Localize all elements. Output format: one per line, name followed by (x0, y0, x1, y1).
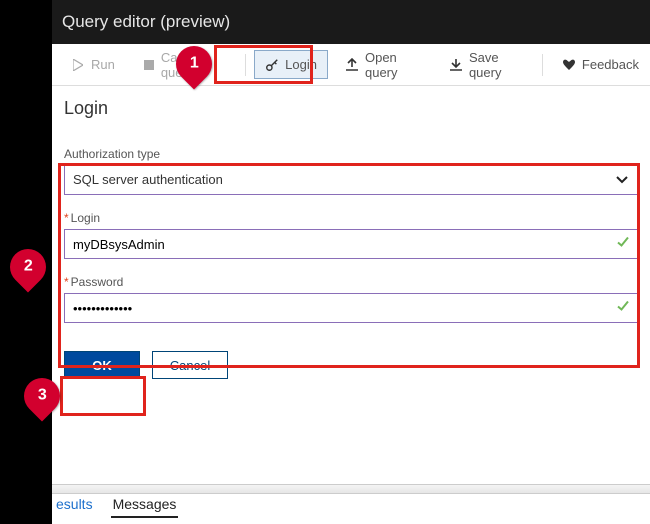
chevron-down-icon (616, 171, 628, 189)
stop-icon (143, 58, 155, 72)
ok-button[interactable]: OK (64, 351, 140, 379)
header-title: Query editor (preview) (62, 12, 230, 32)
save-query-label: Save query (469, 50, 523, 80)
password-input[interactable] (64, 293, 638, 323)
callout-1: 1 (176, 46, 212, 82)
separator (245, 54, 246, 76)
check-icon (616, 235, 630, 254)
result-tabs: esults Messages (52, 492, 650, 518)
run-button[interactable]: Run (60, 50, 126, 79)
separator (542, 54, 543, 76)
header-bar: Query editor (preview) (52, 0, 650, 44)
auth-type-label: Authorization type (64, 147, 638, 161)
check-icon (616, 299, 630, 318)
feedback-button[interactable]: Feedback (551, 50, 650, 79)
required-star: * (64, 275, 69, 289)
button-row: OK Cancel (64, 351, 638, 379)
callout-2: 2 (10, 249, 46, 285)
login-input[interactable] (64, 229, 638, 259)
run-label: Run (91, 57, 115, 72)
open-query-label: Open query (365, 50, 421, 80)
key-icon (265, 58, 279, 72)
auth-type-select[interactable]: SQL server authentication (64, 165, 638, 195)
feedback-label: Feedback (582, 57, 639, 72)
bottom-tabs-strip: esults Messages (52, 474, 650, 524)
auth-type-group: Authorization type SQL server authentica… (64, 147, 638, 195)
heart-icon (562, 58, 576, 72)
password-field-label: *Password (64, 275, 638, 289)
open-query-button[interactable]: Open query (334, 43, 432, 87)
cancel-button[interactable]: Cancel (152, 351, 228, 379)
download-icon (449, 58, 463, 72)
auth-type-value: SQL server authentication (64, 165, 638, 195)
tab-results[interactable]: esults (54, 492, 95, 518)
login-button[interactable]: Login (254, 50, 328, 79)
tab-messages[interactable]: Messages (111, 492, 179, 518)
callout-3: 3 (24, 378, 60, 414)
upload-icon (345, 58, 359, 72)
save-query-button[interactable]: Save query (438, 43, 534, 87)
login-label: Login (285, 57, 317, 72)
required-star: * (64, 211, 69, 225)
password-group: *Password (64, 275, 638, 323)
login-field-label: *Login (64, 211, 638, 225)
login-group: *Login (64, 211, 638, 259)
page-title: Login (64, 98, 638, 119)
play-icon (71, 58, 85, 72)
toolbar: Run Cancel query Login Open query Save q… (52, 44, 650, 86)
content-area: Login Authorization type SQL server auth… (52, 86, 650, 474)
